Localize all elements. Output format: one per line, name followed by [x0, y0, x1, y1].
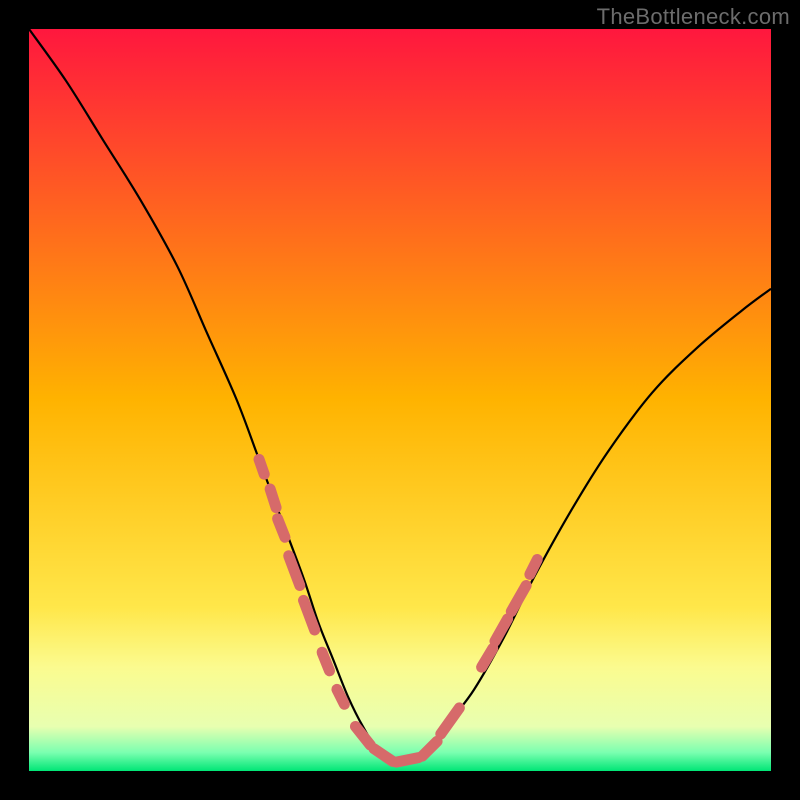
- highlight-segment: [278, 519, 285, 538]
- chart-frame: TheBottleneck.com: [0, 0, 800, 800]
- highlight-segment: [259, 459, 264, 474]
- highlight-segment: [270, 489, 276, 508]
- gradient-background: [29, 29, 771, 771]
- watermark-text: TheBottleneck.com: [597, 4, 790, 30]
- highlight-segment: [337, 689, 344, 704]
- bottleneck-chart: [29, 29, 771, 771]
- plot-area: [29, 29, 771, 771]
- highlight-segment: [322, 652, 329, 671]
- highlight-segment: [530, 560, 537, 575]
- highlight-segment: [396, 758, 418, 762]
